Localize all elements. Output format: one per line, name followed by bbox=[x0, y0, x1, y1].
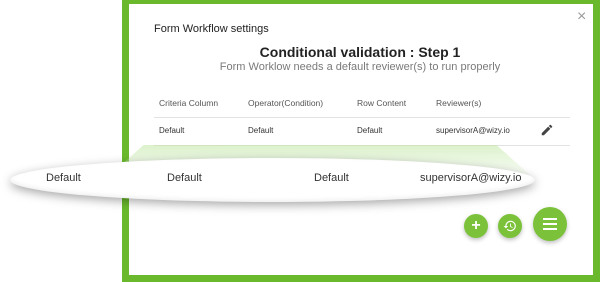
cell-operator: Default bbox=[248, 126, 274, 135]
plus-icon: + bbox=[471, 217, 481, 234]
column-header-reviewers: Reviewer(s) bbox=[436, 98, 482, 108]
menu-button[interactable] bbox=[533, 207, 567, 241]
cell-row-content: Default bbox=[357, 126, 383, 135]
restore-icon bbox=[503, 220, 516, 232]
column-header-operator: Operator(Condition) bbox=[248, 98, 324, 108]
dialog-frame bbox=[122, 0, 600, 282]
zoomed-cell-reviewer: supervisorA@wizy.io bbox=[420, 172, 522, 184]
dialog-title: Form Workflow settings bbox=[154, 23, 269, 35]
add-button[interactable]: + bbox=[464, 214, 488, 238]
cell-criteria: Default bbox=[159, 126, 185, 135]
pencil-icon[interactable] bbox=[540, 123, 554, 137]
close-icon[interactable]: × bbox=[577, 9, 586, 25]
column-header-row-content: Row Content bbox=[357, 98, 407, 108]
zoomed-cell-operator: Default bbox=[167, 172, 202, 184]
restore-button[interactable] bbox=[498, 214, 522, 238]
header-divider bbox=[154, 117, 570, 118]
zoomed-cell-criteria: Default bbox=[46, 172, 81, 184]
step-subheading: Form Worklow needs a default reviewer(s)… bbox=[219, 61, 501, 73]
step-heading: Conditional validation : Step 1 bbox=[259, 44, 461, 60]
menu-icon bbox=[543, 218, 557, 230]
column-header-criteria: Criteria Column bbox=[159, 98, 219, 108]
cell-reviewer: supervisorA@wizy.io bbox=[436, 126, 510, 135]
zoomed-cell-row-content: Default bbox=[314, 172, 349, 184]
